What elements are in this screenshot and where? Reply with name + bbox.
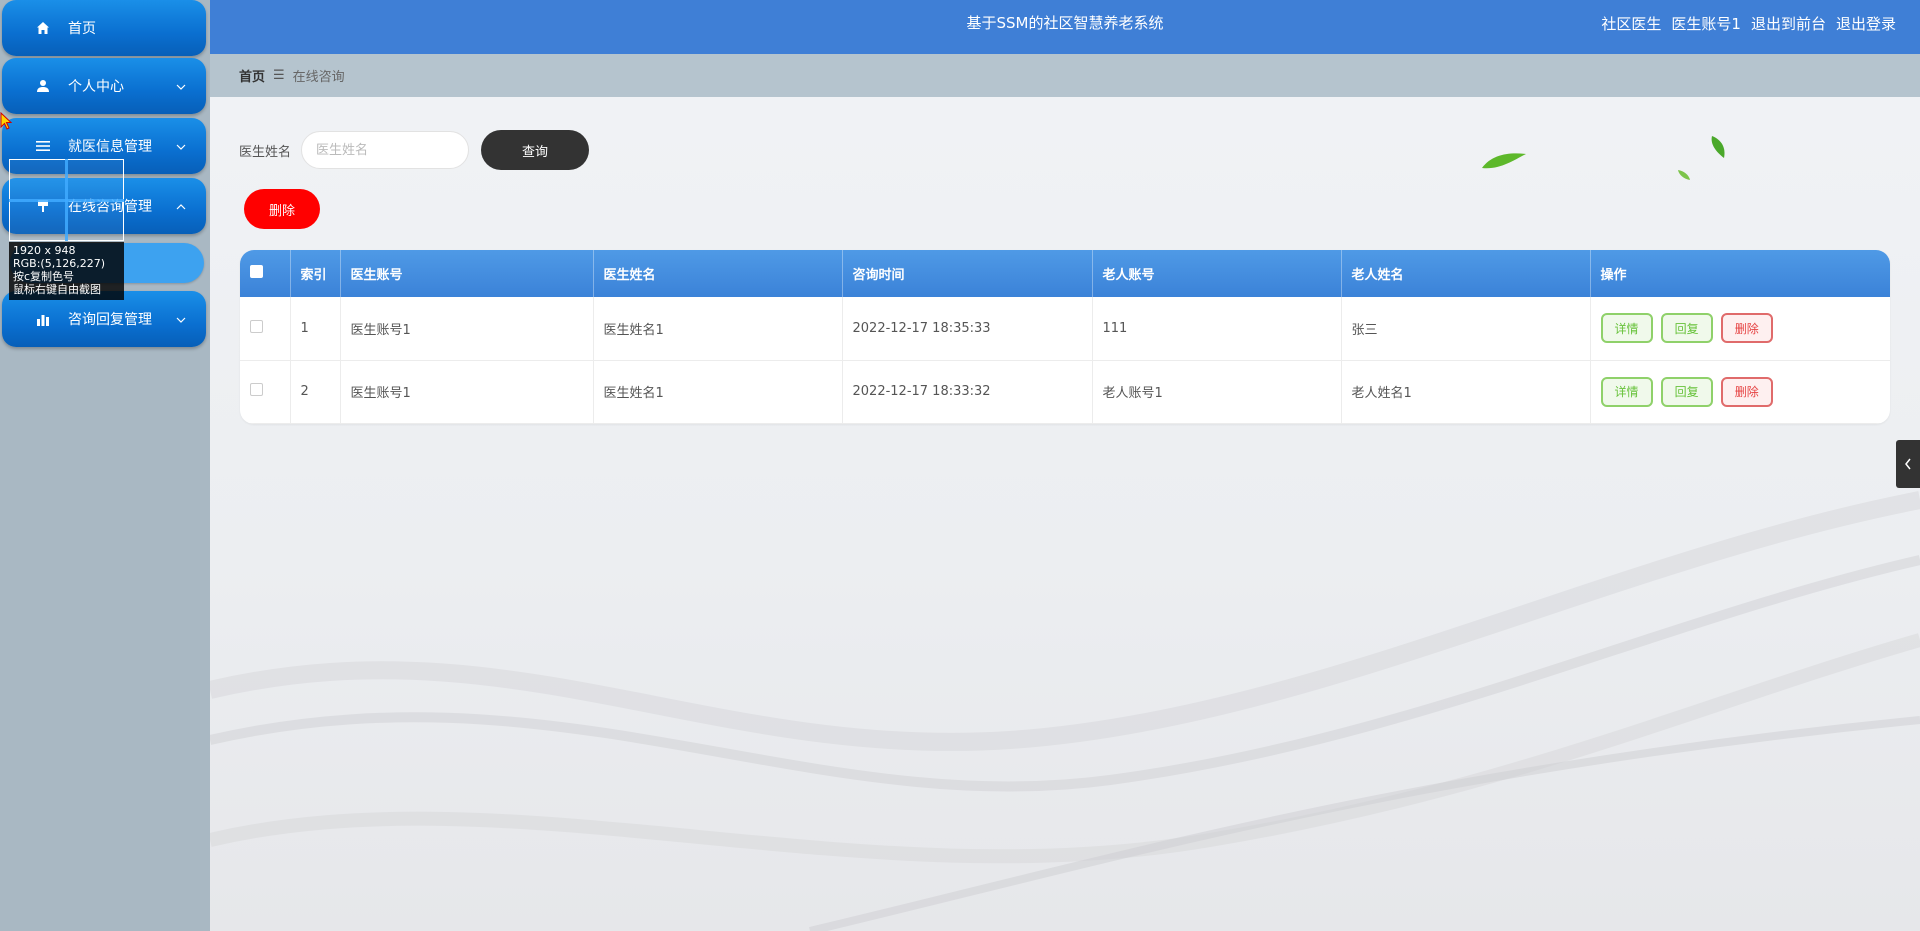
row-select-cell [240,360,291,423]
table-header-row: 索引 医生账号 医生姓名 咨询时间 老人账号 老人姓名 操作 [240,250,1890,297]
chevron-up-icon [176,198,186,214]
side-panel-toggle[interactable] [1896,440,1920,488]
search-label: 医生姓名 [239,144,292,160]
mouse-cursor-icon [0,112,13,130]
header-user-area: 社区医生 医生账号1 退出到前台 退出登录 [1601,0,1896,47]
list-icon [34,137,52,155]
main-area: 基于SSM的社区智慧养老系统 社区医生 医生账号1 退出到前台 退出登录 首页 … [210,0,1920,931]
cell-doctor-account: 医生账号1 [340,360,594,423]
sidebar: 首页 个人中心 就医信息管理 在线咨询管理 咨询回复管理 [0,0,210,931]
chevron-down-icon [176,311,186,327]
row-checkbox[interactable] [250,319,263,333]
cell-index: 2 [290,360,341,423]
screenshot-info-panel: 1920 x 948 RGB:(5,126,227) 按c复制色号 鼠标右键自由… [9,242,124,300]
sidebar-item-label: 咨询回复管理 [68,312,152,328]
screenshot-hint-capture: 鼠标右键自由截图 [13,283,101,296]
select-all-checkbox[interactable] [250,265,263,278]
delete-row-button[interactable]: 删除 [1720,376,1773,407]
sidebar-item-label: 首页 [68,21,96,37]
sidebar-item-profile[interactable]: 个人中心 [2,58,206,114]
screenshot-hint-copy: 按c复制色号 [13,270,75,283]
reply-button[interactable]: 回复 [1660,313,1713,344]
magnifier-crosshair-v [65,159,68,241]
chevron-down-icon [176,138,186,154]
delete-row-button[interactable]: 删除 [1720,313,1773,344]
screenshot-rgb: RGB:(5,126,227) [13,257,105,270]
table-row: 2 医生账号1 医生姓名1 2022-12-17 18:33:32 老人账号1 … [240,360,1890,423]
cell-doctor-name: 医生姓名1 [593,360,843,423]
column-header: 医生姓名 [593,250,843,297]
search-bar: 医生姓名 查询 [239,130,590,170]
query-button[interactable]: 查询 [481,130,590,170]
breadcrumb-separator: ☰ [273,68,285,83]
cell-elder-account: 老人账号1 [1092,360,1342,423]
leaf-decoration-icon [1678,170,1690,180]
detail-button[interactable]: 详情 [1600,313,1653,344]
cell-elder-name: 老人姓名1 [1341,360,1591,423]
column-header: 医生账号 [340,250,594,297]
row-select-cell [240,297,291,360]
doctor-name-search-input[interactable] [301,131,470,169]
cell-doctor-name: 医生姓名1 [593,297,843,360]
exit-to-front-link[interactable]: 退出到前台 [1751,13,1826,34]
row-checkbox[interactable] [250,383,263,396]
breadcrumb: 首页 ☰ 在线咨询 [210,54,1920,97]
cell-elder-name: 张三 [1341,297,1591,360]
table-row: 1 医生账号1 医生姓名1 2022-12-17 18:35:33 111 张三… [240,297,1890,360]
background-wave-decoration [210,491,1920,931]
user-icon [34,77,52,95]
column-header: 操作 [1600,268,1627,283]
leaf-decoration-icon [1711,136,1725,158]
chevron-down-icon [176,78,186,94]
cell-actions: 详情 回复 删除 [1590,297,1890,360]
leaf-decoration-icon [1482,153,1526,169]
sidebar-item-label: 就医信息管理 [68,139,152,155]
column-header: 老人账号 [1092,250,1342,297]
detail-button[interactable]: 详情 [1600,376,1653,407]
batch-delete-button[interactable]: 删除 [244,189,320,229]
screenshot-size: 1920 x 948 [13,244,76,257]
consult-table: 索引 医生账号 医生姓名 咨询时间 老人账号 老人姓名 操作 1 医生账号1 医… [240,250,1890,424]
top-header: 基于SSM的社区智慧养老系统 社区医生 医生账号1 退出到前台 退出登录 [210,0,1920,54]
logout-link[interactable]: 退出登录 [1836,13,1896,34]
column-header: 老人姓名 [1341,250,1591,297]
bar-chart-icon [34,310,52,328]
user-role: 社区医生 [1601,15,1662,33]
cell-actions: 详情 回复 删除 [1590,360,1890,423]
sidebar-item-home[interactable]: 首页 [2,0,206,56]
cell-elder-account: 111 [1092,297,1342,360]
chevron-left-icon [1905,458,1911,470]
cell-doctor-account: 医生账号1 [340,297,594,360]
user-account: 医生账号1 [1671,15,1741,33]
cell-index: 1 [290,297,341,360]
breadcrumb-home[interactable]: 首页 [239,66,265,85]
sidebar-item-label: 个人中心 [68,79,124,95]
column-header: 咨询时间 [842,250,1093,297]
cell-consult-time: 2022-12-17 18:33:32 [842,360,1093,423]
breadcrumb-current: 在线咨询 [292,70,345,85]
column-header: 索引 [290,250,341,297]
reply-button[interactable]: 回复 [1660,376,1713,407]
cell-consult-time: 2022-12-17 18:35:33 [842,297,1093,360]
select-all-cell [240,250,291,297]
home-icon [34,19,52,37]
